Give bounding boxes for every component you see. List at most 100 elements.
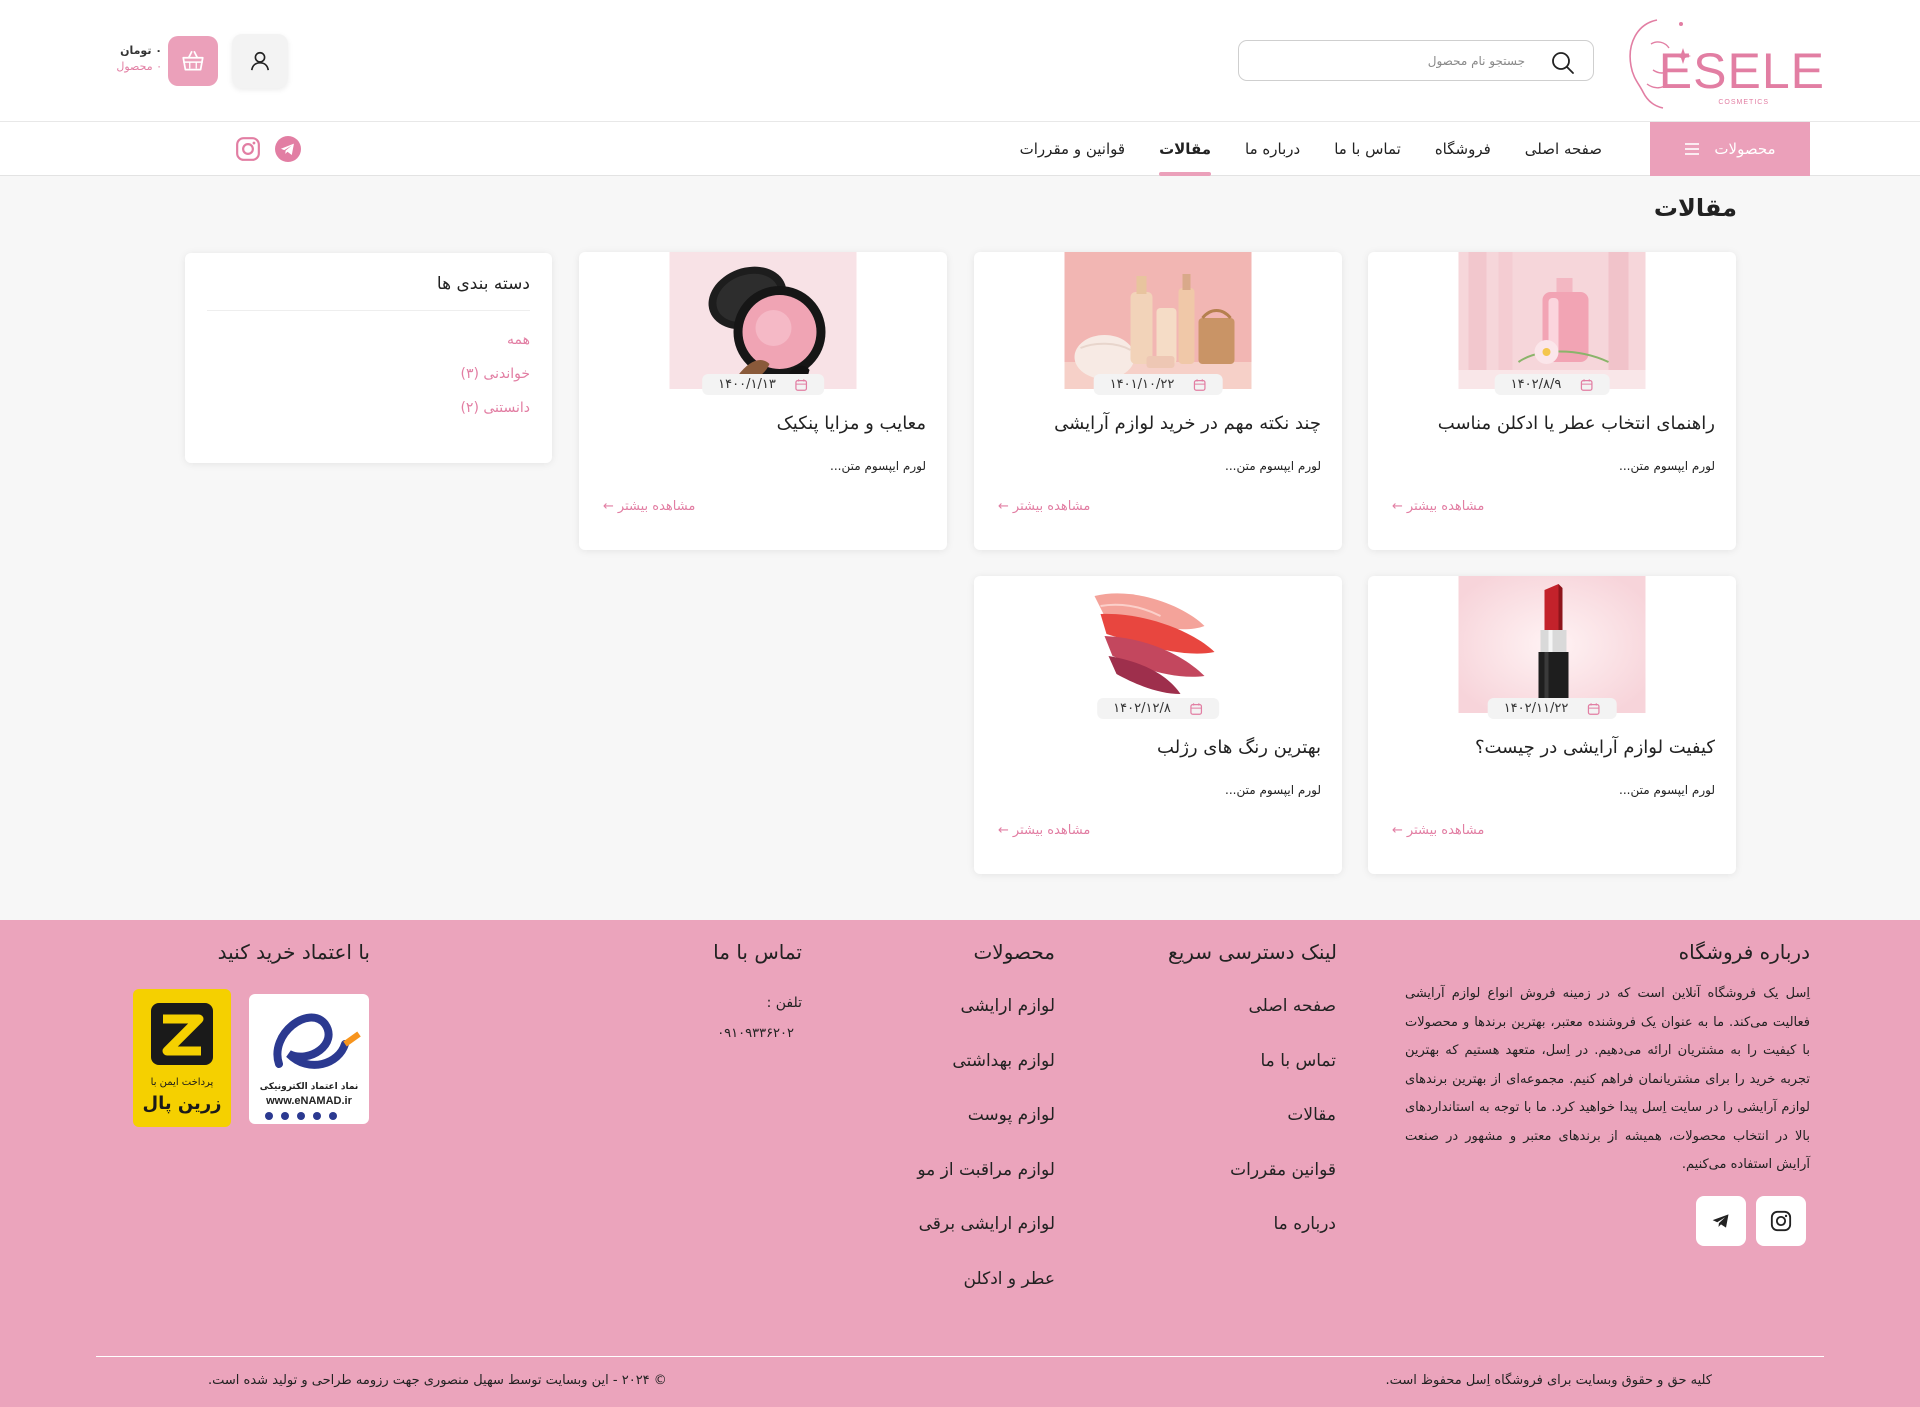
article-card[interactable]: ۱۴۰۲/۱۱/۲۲ کیفیت لوازم آرایشی در چیست؟ ل…	[1368, 576, 1736, 874]
calendar-icon	[794, 378, 807, 391]
telegram-link[interactable]	[274, 135, 302, 163]
read-more-link[interactable]: مشاهده بیشتر ←	[998, 823, 1090, 838]
footer-link-rules[interactable]: قوانین مقررات	[1230, 1160, 1336, 1180]
article-card[interactable]: ۱۴۰۰/۱/۱۳ معایب و مزایا پنکیک لورم ایپسو…	[579, 252, 947, 550]
instagram-icon	[236, 137, 260, 161]
categories-sidebar: دسته بندی ها همه خواندنی (۳) دانستنی (۲)	[185, 253, 552, 463]
article-title[interactable]: کیفیت لوازم آرایشی در چیست؟	[1475, 737, 1715, 758]
page-title: مقالات	[1653, 194, 1737, 222]
site-header: ESELE COSMETICS ۰ تومان ۰ محصول	[0, 0, 1920, 122]
read-more-label: مشاهده بیشتر	[617, 499, 696, 514]
read-more-link[interactable]: مشاهده بیشتر ←	[1392, 499, 1484, 514]
cart-price: ۰ تومان	[120, 44, 162, 57]
footer-quick-links-title: لینک دسترسی سریع	[1168, 940, 1337, 964]
basket-icon	[182, 50, 204, 71]
products-menu-button[interactable]: محصولات	[1650, 122, 1810, 176]
category-all[interactable]: همه	[507, 332, 530, 348]
article-date: ۱۴۰۲/۸/۹	[1494, 374, 1610, 395]
user-icon	[250, 51, 270, 71]
calendar-icon	[1189, 702, 1202, 715]
arrow-left-icon: ←	[1392, 823, 1403, 838]
footer-link-home[interactable]: صفحه اصلی	[1249, 996, 1336, 1016]
read-more-label: مشاهده بیشتر	[1012, 499, 1091, 514]
category-facts[interactable]: دانستنی (۲)	[460, 400, 530, 416]
search-icon[interactable]	[1551, 51, 1575, 75]
enamad-caption: نماد اعتماد الکترونیکی	[259, 1082, 359, 1092]
telegram-icon	[1712, 1214, 1729, 1228]
nav-social	[234, 135, 302, 163]
copyright-left: © ۲۰۲۴ - این وبسایت توسط سهیل منصوری جهت…	[208, 1373, 667, 1388]
footer-about-text: اِسل یک فروشگاه آنلاین است که در زمینه ف…	[1405, 986, 1810, 1172]
article-image-cosmetics-bottles[interactable]	[1064, 252, 1252, 389]
footer-link-articles[interactable]: مقالات	[1287, 1105, 1336, 1125]
zarinpal-badge[interactable]: پرداخت ایمن با زرین پال	[133, 989, 231, 1127]
read-more-link[interactable]: مشاهده بیشتر ←	[603, 499, 695, 514]
article-date-text: ۱۴۰۲/۱۱/۲۲	[1503, 701, 1569, 716]
footer-product-makeup[interactable]: لوازم ارایشی	[960, 996, 1055, 1016]
footer-phone-number[interactable]: ۰۹۱۰۹۳۳۶۲۰۲	[717, 1026, 794, 1041]
nav-home[interactable]: صفحه اصلی	[1525, 122, 1602, 176]
footer-about-title: درباره فروشگاه	[1678, 940, 1810, 964]
article-date: ۱۴۰۲/۱۲/۸	[1097, 698, 1219, 719]
article-card[interactable]: ۱۴۰۱/۱۰/۲۲ چند نکته مهم در خرید لوازم آر…	[974, 252, 1342, 550]
brand-name: ESELE	[1658, 43, 1825, 99]
cart-button[interactable]	[168, 36, 218, 86]
products-menu-label: محصولات	[1714, 140, 1776, 158]
article-image-perfume[interactable]	[1458, 252, 1646, 389]
article-date-text: ۱۴۰۲/۱۲/۸	[1113, 701, 1171, 716]
article-title[interactable]: راهنمای انتخاب عطر یا ادکلن مناسب	[1438, 413, 1715, 434]
article-image-lipstick-swatches[interactable]	[1064, 576, 1252, 713]
footer-product-hygiene[interactable]: لوازم بهداشتی	[952, 1051, 1055, 1071]
nav-shop[interactable]: فروشگاه	[1435, 122, 1491, 176]
article-excerpt: لورم ایپسوم متن...	[1619, 459, 1715, 473]
footer-product-hair[interactable]: لوازم مراقبت از مو	[917, 1160, 1055, 1180]
read-more-link[interactable]: مشاهده بیشتر ←	[1392, 823, 1484, 838]
search-input[interactable]	[1265, 50, 1525, 72]
article-title[interactable]: بهترین رنگ های رژلب	[1157, 737, 1321, 758]
read-more-label: مشاهده بیشتر	[1012, 823, 1091, 838]
account-button[interactable]	[232, 34, 288, 88]
article-image-compact-powder[interactable]	[669, 252, 857, 389]
article-image-lipstick[interactable]	[1458, 576, 1646, 713]
footer-link-about[interactable]: درباره ما	[1274, 1214, 1337, 1234]
footer-product-perfume[interactable]: عطر و ادکلن	[964, 1269, 1055, 1289]
read-more-link[interactable]: مشاهده بیشتر ←	[998, 499, 1090, 514]
footer-products-title: محصولات	[973, 940, 1055, 964]
article-excerpt: لورم ایپسوم متن...	[1225, 459, 1321, 473]
zarinpal-name: زرین پال	[142, 1093, 222, 1114]
footer-contact-title: تماس با ما	[713, 940, 802, 964]
nav-links: صفحه اصلی فروشگاه تماس با ما درباره ما م…	[1020, 122, 1602, 176]
footer-product-skin[interactable]: لوازم پوست	[968, 1105, 1055, 1125]
footer-trust-title: با اعتماد خرید کنید	[217, 940, 370, 964]
footer-instagram-button[interactable]	[1756, 1196, 1806, 1246]
category-readable[interactable]: خواندنی (۳)	[461, 366, 531, 382]
footer-telegram-button[interactable]	[1696, 1196, 1746, 1246]
arrow-left-icon: ←	[998, 823, 1009, 838]
search-box[interactable]	[1238, 40, 1594, 81]
footer-product-electric[interactable]: لوازم ارایشی برقی	[919, 1214, 1055, 1234]
enamad-badge[interactable]: نماد اعتماد الکترونیکی www.eNAMAD.ir	[249, 994, 369, 1124]
cart-summary[interactable]: ۰ تومان ۰ محصول	[92, 44, 162, 73]
nav-contact[interactable]: تماس با ما	[1334, 122, 1401, 176]
article-title[interactable]: معایب و مزایا پنکیک	[777, 413, 926, 434]
nav-rules[interactable]: قوانین و مقررات	[1020, 122, 1125, 176]
article-date-text: ۱۴۰۰/۱/۱۳	[718, 377, 776, 392]
read-more-label: مشاهده بیشتر	[1406, 499, 1485, 514]
instagram-link[interactable]	[234, 135, 262, 163]
main-nav: محصولات صفحه اصلی فروشگاه تماس با ما درب…	[0, 122, 1920, 176]
nav-articles[interactable]: مقالات	[1159, 122, 1211, 176]
copyright-right: کلیه حق و حقوق وبسایت برای فروشگاه اِسل …	[1385, 1373, 1713, 1388]
brand-logo[interactable]: ESELE COSMETICS	[1615, 12, 1825, 112]
article-title[interactable]: چند نکته مهم در خرید لوازم آرایشی	[1054, 413, 1321, 434]
footer-divider	[96, 1356, 1824, 1357]
arrow-left-icon: ←	[998, 499, 1009, 514]
article-card[interactable]: ۱۴۰۲/۸/۹ راهنمای انتخاب عطر یا ادکلن منا…	[1368, 252, 1736, 550]
calendar-icon	[1580, 378, 1593, 391]
article-card[interactable]: ۱۴۰۲/۱۲/۸ بهترین رنگ های رژلب لورم ایپسو…	[974, 576, 1342, 874]
article-excerpt: لورم ایپسوم متن...	[1619, 783, 1715, 797]
calendar-icon	[1193, 378, 1206, 391]
footer-phone-label: تلفن :	[766, 995, 802, 1011]
nav-about[interactable]: درباره ما	[1245, 122, 1300, 176]
footer-link-contact[interactable]: تماس با ما	[1261, 1051, 1337, 1071]
instagram-icon	[1770, 1210, 1792, 1232]
